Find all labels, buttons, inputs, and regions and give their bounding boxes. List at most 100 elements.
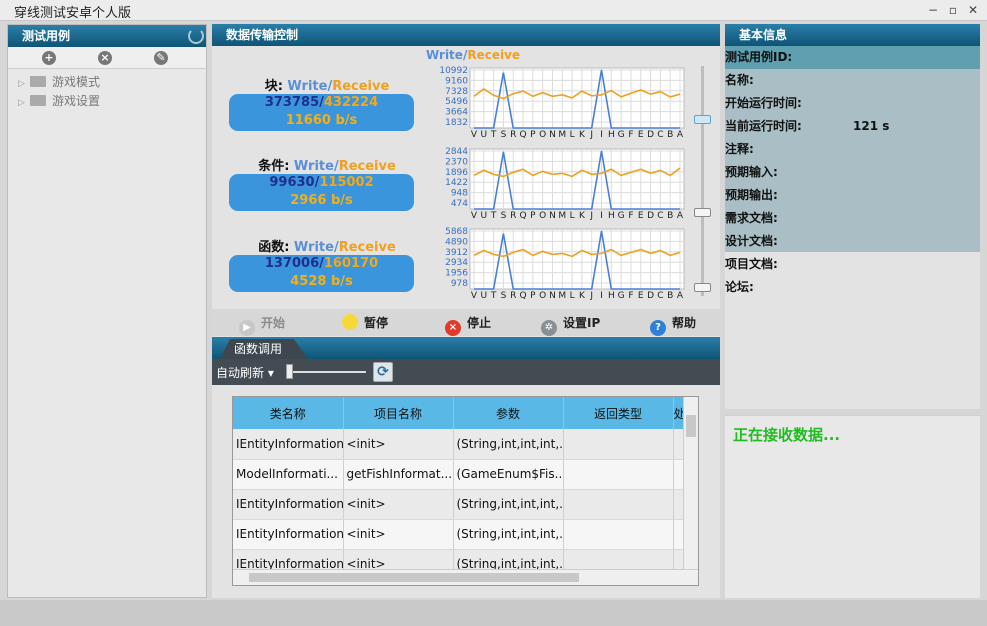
info-row[interactable]: 预期输入: bbox=[725, 161, 980, 184]
restore-button[interactable]: ▫ bbox=[946, 3, 960, 17]
info-panel: 基本信息 测试用例ID: 名称: 开始运行时间: 当前运行时间: 121 s 注释… bbox=[725, 24, 980, 409]
scrollbar-thumb[interactable] bbox=[249, 573, 579, 582]
legend-receive: Receive bbox=[467, 48, 521, 62]
folder-icon bbox=[30, 95, 46, 106]
x-tick-label: H bbox=[608, 130, 615, 140]
x-tick-label: F bbox=[628, 291, 633, 301]
chevron-down-icon: ▾ bbox=[267, 366, 274, 380]
tree-item-game-settings[interactable]: ▷ 游戏设置 bbox=[18, 92, 100, 110]
column-header[interactable]: 返回类型 bbox=[563, 397, 674, 429]
info-row[interactable]: 注释: bbox=[725, 138, 980, 161]
x-tick-label: B bbox=[667, 130, 673, 140]
receive-count: 115002 bbox=[319, 175, 374, 190]
help-button[interactable]: ? 帮助 bbox=[650, 313, 697, 336]
x-tick-label: P bbox=[530, 130, 536, 140]
close-button[interactable]: ✕ bbox=[966, 3, 980, 17]
table-cell: IEntityInformation bbox=[233, 429, 344, 460]
table-row[interactable]: IEntityInformation <init> (String,int,int,… bbox=[233, 429, 698, 460]
tree-item-game-mode[interactable]: ▷ 游戏模式 bbox=[18, 73, 100, 91]
stop-button[interactable]: × 停止 bbox=[445, 313, 491, 336]
x-tick-label: K bbox=[579, 130, 586, 140]
x-tick-label: S bbox=[501, 291, 507, 301]
zoom-slider-handle[interactable] bbox=[694, 283, 711, 292]
x-tick-label: E bbox=[638, 211, 644, 221]
info-row[interactable]: 预期输出: bbox=[725, 184, 980, 207]
pause-button[interactable]: 暂停 bbox=[342, 313, 388, 333]
pause-label: 暂停 bbox=[364, 316, 389, 330]
condition-counter-box: 99630/115002 2966 b/s bbox=[229, 174, 414, 211]
refresh-rate-handle[interactable] bbox=[286, 364, 293, 379]
x-tick-label: N bbox=[549, 130, 556, 140]
expand-arrow-icon[interactable]: ▷ bbox=[18, 75, 30, 93]
title-bar: 穿线测试安卓个人版 − ▫ ✕ bbox=[0, 0, 987, 21]
info-row[interactable]: 名称: bbox=[725, 69, 980, 92]
info-row[interactable]: 测试用例ID: bbox=[725, 46, 980, 69]
counter-receive-tag: Receive bbox=[332, 79, 390, 94]
y-tick-label: 2370 bbox=[445, 157, 468, 167]
x-tick-label: N bbox=[549, 211, 556, 221]
y-tick-label: 1956 bbox=[445, 269, 468, 279]
tab-function-calls[interactable]: 函数调用 bbox=[220, 339, 308, 359]
x-tick-label: Q bbox=[520, 130, 527, 140]
y-tick-label: 5868 bbox=[445, 227, 468, 237]
function-chart: V U T S R Q P O N M L K J I H G F E D C B A 586848903912293419… bbox=[445, 227, 685, 301]
help-label: 帮助 bbox=[672, 316, 697, 330]
table-row[interactable]: IEntityInformation <init> (String,int,int,… bbox=[233, 519, 698, 550]
calls-toolbar: 自动刷新 ▾ ⟳ bbox=[212, 359, 720, 385]
table-cell bbox=[563, 459, 674, 490]
write-count: 373785 bbox=[264, 95, 320, 110]
y-tick-label: 3664 bbox=[445, 108, 468, 118]
refresh-icon[interactable] bbox=[188, 28, 204, 44]
y-tick-label: 2934 bbox=[445, 258, 468, 268]
x-tick-label: B bbox=[667, 291, 673, 301]
x-tick-label: U bbox=[481, 211, 488, 221]
info-row[interactable]: 需求文档: bbox=[725, 207, 980, 230]
edit-icon[interactable]: ✎ bbox=[154, 51, 168, 65]
info-header: 基本信息 bbox=[725, 24, 980, 46]
transfer-title: 数据传输控制 bbox=[226, 28, 299, 42]
x-tick-label: A bbox=[677, 130, 684, 140]
zoom-slider-handle[interactable] bbox=[694, 115, 711, 124]
refresh-icon[interactable]: ⟳ bbox=[373, 362, 393, 382]
x-tick-label: S bbox=[501, 130, 507, 140]
x-tick-label: P bbox=[530, 291, 536, 301]
x-tick-label: I bbox=[600, 130, 603, 140]
info-row[interactable]: 论坛: bbox=[725, 276, 980, 299]
scrollbar-thumb[interactable] bbox=[686, 415, 696, 437]
info-row[interactable]: 当前运行时间: 121 s bbox=[725, 115, 980, 138]
refresh-rate-slider[interactable] bbox=[288, 371, 366, 373]
x-tick-label: C bbox=[657, 211, 663, 221]
y-tick-label: 4890 bbox=[445, 237, 468, 247]
start-button[interactable]: ▶ 开始 bbox=[239, 313, 285, 336]
write-count: 99630 bbox=[269, 175, 315, 190]
pause-icon bbox=[342, 314, 358, 330]
column-header[interactable]: 项目名称 bbox=[343, 397, 454, 429]
y-tick-label: 474 bbox=[451, 199, 468, 209]
info-row[interactable]: 设计文档: bbox=[725, 230, 980, 253]
zoom-slider-track[interactable] bbox=[701, 66, 704, 296]
add-icon[interactable]: + bbox=[42, 51, 56, 65]
vertical-scrollbar[interactable] bbox=[683, 397, 698, 569]
x-tick-label: H bbox=[608, 291, 615, 301]
auto-refresh-dropdown[interactable]: 自动刷新 ▾ bbox=[216, 364, 274, 381]
x-tick-label: C bbox=[657, 291, 663, 301]
remove-icon[interactable]: × bbox=[98, 51, 112, 65]
table-row[interactable]: ModelInformati... getFishInformat... (Game… bbox=[233, 459, 698, 490]
info-label: 当前运行时间: bbox=[725, 119, 802, 133]
expand-arrow-icon[interactable]: ▷ bbox=[18, 94, 30, 112]
zoom-slider-handle[interactable] bbox=[694, 208, 711, 217]
test-case-toolbar: + × ✎ bbox=[8, 47, 206, 69]
info-row[interactable]: 开始运行时间: bbox=[725, 92, 980, 115]
info-row[interactable]: 项目文档: bbox=[725, 253, 980, 276]
table-row[interactable]: IEntityInformation <init> (String,int,int,… bbox=[233, 489, 698, 520]
x-tick-label: G bbox=[618, 291, 625, 301]
x-tick-label: T bbox=[490, 291, 497, 301]
minimize-button[interactable]: − bbox=[926, 3, 940, 17]
horizontal-scrollbar[interactable] bbox=[233, 569, 698, 585]
set-ip-button[interactable]: ✲ 设置IP bbox=[541, 313, 600, 336]
table-cell: IEntityInformation bbox=[233, 519, 344, 550]
column-header[interactable]: 参数 bbox=[453, 397, 564, 429]
app-title: 穿线测试安卓个人版 bbox=[14, 6, 132, 21]
info-label: 测试用例ID: bbox=[725, 50, 793, 64]
column-header[interactable]: 类名称 bbox=[233, 397, 344, 429]
